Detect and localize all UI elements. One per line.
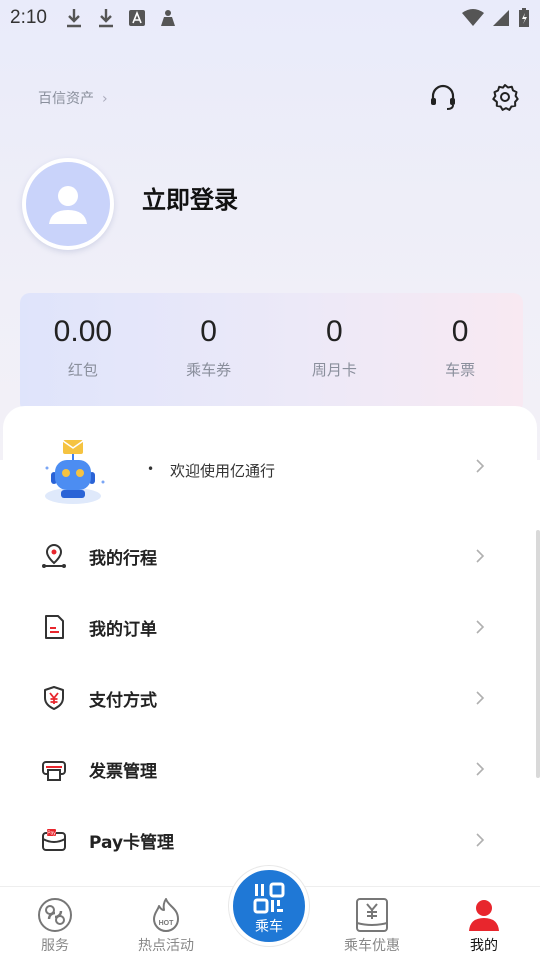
tab-ride-discounts[interactable]: 乘车优惠 <box>322 887 422 960</box>
svg-text:HOT: HOT <box>159 920 175 927</box>
welcome-banner[interactable]: • 欢迎使用亿通行 <box>3 428 537 518</box>
tab-label: 服务 <box>41 938 69 954</box>
stat-period-card[interactable]: 0 周月卡 <box>272 293 398 413</box>
tab-label: 乘车优惠 <box>344 938 400 954</box>
menu-item-my-orders[interactable]: 我的订单 <box>3 597 537 657</box>
download-icon <box>66 9 81 28</box>
tab-hot-events[interactable]: HOT 热点活动 <box>116 887 216 960</box>
svg-text:Pay: Pay <box>47 831 56 837</box>
avatar[interactable] <box>22 158 114 250</box>
menu-item-label: Pay卡管理 <box>89 832 175 853</box>
login-link[interactable]: 立即登录 <box>142 180 238 215</box>
stat-ride-coupon[interactable]: 0 乘车券 <box>146 293 272 413</box>
chevron-right-icon <box>476 762 485 776</box>
wallet-stats-card: 0.00 红包 0 乘车券 0 周月卡 0 车票 <box>20 293 523 413</box>
tab-service[interactable]: 服务 <box>5 887 105 960</box>
tab-label: 我的 <box>470 938 498 954</box>
welcome-text: 欢迎使用亿通行 <box>170 462 276 480</box>
bullet: • <box>147 462 155 476</box>
cellular-signal-icon <box>493 10 509 26</box>
wifi-icon <box>462 9 484 26</box>
yuan-shield-icon <box>44 686 64 710</box>
chevron-right-icon <box>476 620 485 634</box>
stat-label: 乘车券 <box>186 361 232 379</box>
service-icon <box>38 898 72 932</box>
menu-item-label: 我的订单 <box>89 619 157 640</box>
chevron-right-icon <box>476 459 485 473</box>
coupon-yuan-icon <box>356 898 388 932</box>
order-doc-icon <box>45 615 64 639</box>
menu-item-label: 支付方式 <box>89 690 157 711</box>
menu-item-payment-methods[interactable]: 支付方式 <box>3 668 537 728</box>
tab-label: 乘车 <box>255 919 283 935</box>
stat-label: 车票 <box>445 361 476 379</box>
user-silhouette-icon <box>49 186 87 224</box>
user-icon <box>469 900 499 931</box>
chevron-right-icon <box>476 691 485 705</box>
qr-code-icon <box>253 882 285 914</box>
stat-label: 红包 <box>67 361 98 379</box>
headset-icon[interactable] <box>428 82 458 112</box>
pay-card-icon: Pay <box>42 829 66 851</box>
status-bar: 2:10 <box>0 0 540 36</box>
brand-link[interactable]: 百信资产 › <box>38 88 108 108</box>
battery-icon <box>519 8 529 27</box>
tab-mine[interactable]: 我的 <box>434 887 534 960</box>
robot-mascot-icon <box>45 440 105 504</box>
tab-ride-button[interactable]: 乘车 <box>229 866 309 946</box>
menu-item-my-trips[interactable]: 我的行程 <box>3 526 537 586</box>
scrollbar[interactable] <box>536 530 540 778</box>
menu-item-label: 我的行程 <box>89 548 157 569</box>
menu-item-label: 发票管理 <box>89 761 157 782</box>
hot-flame-icon: HOT <box>153 898 179 932</box>
location-route-icon <box>42 543 66 568</box>
stat-value: 0 <box>451 315 469 348</box>
brand-link-label: 百信资产 <box>38 91 94 107</box>
menu-item-pay-card-management[interactable]: Pay Pay卡管理 <box>3 810 537 870</box>
stat-value: 0 <box>326 315 343 348</box>
person-notification-icon <box>160 10 175 26</box>
printer-invoice-icon <box>42 761 66 781</box>
menu-item-invoice-management[interactable]: 发票管理 <box>3 739 537 799</box>
chevron-right-icon: › <box>102 91 108 107</box>
download-icon <box>98 9 113 28</box>
status-time: 2:10 <box>10 7 47 28</box>
stat-value: 0.00 <box>53 315 113 348</box>
chevron-right-icon <box>476 833 485 847</box>
tab-label: 热点活动 <box>138 938 194 954</box>
chevron-right-icon <box>476 549 485 563</box>
stat-red-packet[interactable]: 0.00 红包 <box>20 293 146 413</box>
gear-icon[interactable] <box>490 82 520 112</box>
stat-label: 周月卡 <box>311 361 357 379</box>
font-a-icon <box>128 10 145 26</box>
stat-value: 0 <box>200 315 217 348</box>
stat-ticket[interactable]: 0 车票 <box>397 293 523 413</box>
